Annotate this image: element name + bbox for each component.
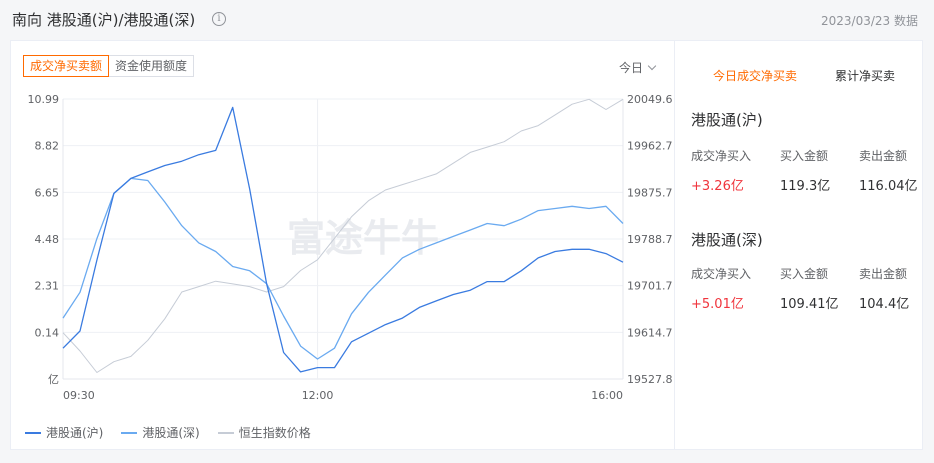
y-left-tick-label: 8.82	[35, 140, 60, 153]
sz-value-net: +5.01亿	[691, 297, 744, 312]
chart-legend: 港股通(沪) 港股通(深) 恒生指数价格	[25, 424, 329, 441]
y-right-tick-label: 20049.6	[627, 93, 673, 106]
sz-value-buy: 109.41亿	[780, 297, 839, 312]
sz-label-sell: 卖出金额	[859, 267, 908, 281]
page-title: 南向 港股通(沪)/港股通(深)	[12, 11, 196, 29]
legend-swatch-sh	[25, 431, 41, 434]
date-value: 2023/03/23	[820, 14, 891, 28]
x-tick-label: 12:00	[302, 389, 334, 402]
legend-label-sz: 港股通(深)	[142, 426, 200, 440]
sz-label-net: 成交净买入	[691, 267, 752, 281]
sz-label-buy: 买入金额	[780, 267, 829, 281]
sh-value-net: +3.26亿	[691, 179, 744, 194]
y-left-unit-label: 亿	[48, 373, 59, 386]
sh-value-sell: 116.04亿	[859, 179, 918, 194]
y-left-tick-label: 4.48	[35, 233, 60, 246]
y-right-tick-label: 19527.8	[627, 373, 673, 386]
tab-today-net[interactable]: 今日成交净买卖	[713, 67, 797, 84]
legend-label-sh: 港股通(沪)	[46, 426, 104, 440]
y-left-tick-label: 6.65	[35, 186, 60, 199]
sh-value-buy: 119.3亿	[780, 179, 831, 194]
y-right-tick-label: 19788.7	[627, 233, 673, 246]
sh-section-title: 港股通(沪)	[691, 111, 763, 129]
sz-value-sell: 104.4亿	[859, 297, 910, 312]
sh-label-net: 成交净买入	[691, 149, 752, 163]
y-right-tick-label: 19614.7	[627, 326, 673, 339]
sh-label-buy: 买入金额	[780, 149, 829, 163]
legend-item-sh[interactable]: 港股通(沪)	[25, 424, 103, 441]
x-tick-label: 16:00	[591, 389, 623, 402]
y-left-tick-label: 10.99	[28, 93, 60, 106]
legend-swatch-hsi	[217, 431, 234, 434]
main-panel: 成交净买卖额 资金使用额度 今日 10.99 8.82 6.65 4.48 2.31 0.…	[10, 40, 923, 450]
summary-panel: 今日成交净买卖 累计净买卖 港股通(沪) 成交净买入 买入金额 卖出金额 +3.…	[675, 41, 923, 449]
y-right-tick-label: 19875.7	[627, 186, 673, 199]
y-right-tick-label: 19701.7	[627, 280, 673, 293]
date-suffix: 数据	[893, 14, 918, 28]
page-header: 南向 港股通(沪)/港股通(深) i 2023/03/23 数据	[0, 0, 934, 40]
y-left-tick-label: 2.31	[35, 280, 60, 293]
data-date: 2023/03/23 数据	[821, 12, 918, 29]
watermark: 富途牛牛	[287, 216, 439, 260]
sz-section-title: 港股通(深)	[691, 231, 763, 249]
legend-swatch-sz	[121, 431, 138, 434]
legend-label-hsi: 恒生指数价格	[238, 426, 311, 440]
sh-label-sell: 卖出金额	[859, 149, 908, 163]
legend-item-hsi[interactable]: 恒生指数价格	[217, 424, 311, 441]
x-tick-label: 09:30	[63, 389, 95, 402]
info-icon[interactable]: i	[212, 12, 226, 26]
tab-cumulative-net[interactable]: 累计净买卖	[835, 67, 895, 84]
legend-item-sz[interactable]: 港股通(深)	[121, 424, 200, 441]
y-left-tick-label: 0.14	[35, 326, 60, 339]
y-right-tick-label: 19962.7	[627, 140, 673, 153]
capital-flow-chart: 10.99 8.82 6.65 4.48 2.31 0.14 亿 20049.6 19962.7…	[28, 93, 673, 402]
